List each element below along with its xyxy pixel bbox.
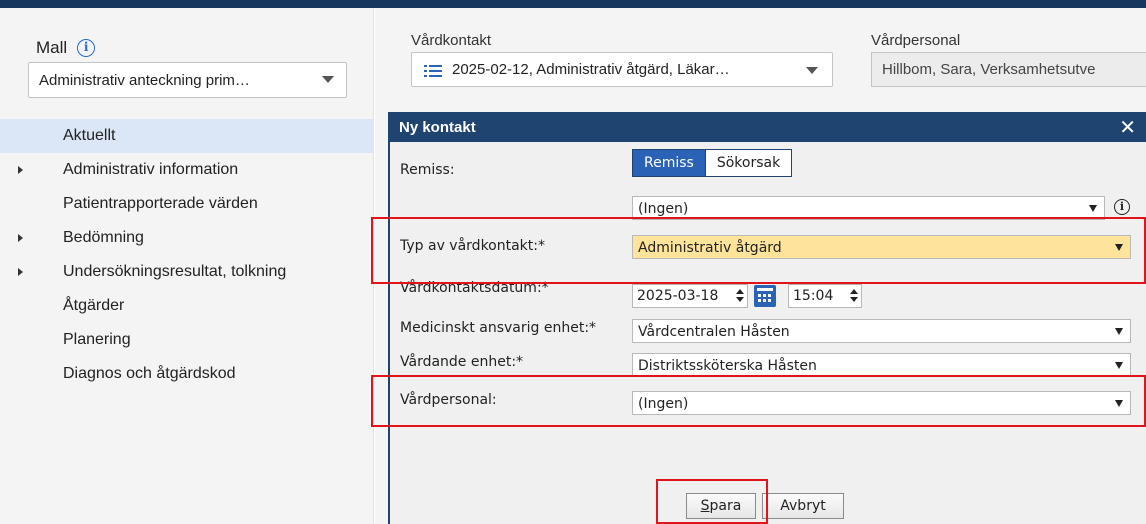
sidebar-item-label: Patientrapporterade värden [63,195,258,212]
sidebar-item-planering[interactable]: Planering [0,323,374,357]
save-label: para [709,498,742,514]
mall-heading: Mall i [36,38,96,58]
sidebar-item-label: Aktuellt [63,127,116,144]
expand-caret-icon[interactable] [18,268,23,276]
date-input[interactable]: 2025-03-18 [632,284,748,308]
medansvar-select-value: Vårdcentralen Håsten [638,324,790,340]
chevron-down-icon [806,67,818,74]
sokorsak-tab[interactable]: Sökorsak [705,149,793,177]
medansvar-label: Medicinskt ansvarig enhet:* [400,320,597,336]
sidebar-item-label: Administrativ information [63,161,239,178]
chevron-down-icon [322,76,334,83]
date-spinner-icon[interactable] [736,289,744,303]
time-input[interactable]: 15:04 [788,284,862,308]
dropdown-arrow-icon [1089,205,1097,212]
save-button[interactable]: Spara [686,493,756,519]
list-icon [424,65,442,77]
dlg-vardpersonal-select-value: (Ingen) [638,396,689,412]
time-spinner-icon[interactable] [850,289,858,303]
cancel-button[interactable]: Avbryt [762,493,844,519]
vardkontakt-value: 2025-02-12, Administrativ åtgärd, Läkar… [452,61,730,78]
remiss-label: Remiss: [400,162,455,178]
sidebar-item-atgarder[interactable]: Åtgärder [0,289,374,323]
sidebar-item-aktuellt[interactable]: Aktuellt [0,119,374,153]
expand-caret-icon[interactable] [18,166,23,174]
remiss-select-value: (Ingen) [638,201,689,217]
template-select[interactable]: Administrativ anteckning prim… [28,62,347,98]
sidebar-item-label: Planering [63,331,131,348]
close-icon[interactable]: ✕ [1119,115,1136,140]
date-value: 2025-03-18 [637,288,719,304]
vardpersonal-field: Hillbom, Sara, Verksamhetsutve [871,52,1146,87]
vardande-select-value: Distriktssköterska Håsten [638,358,817,374]
remiss-tab[interactable]: Remiss [632,149,706,177]
sidebar-item-administrativ-information[interactable]: Administrativ information [0,153,374,187]
vardpersonal-value: Hillbom, Sara, Verksamhetsutve [882,61,1096,78]
save-accesskey: S [700,498,710,514]
vardande-select[interactable]: Distriktssköterska Håsten [632,353,1131,377]
sidebar-item-label: Bedömning [63,229,144,246]
dialog-title: Ny kontakt [399,119,476,136]
typ-label: Typ av vårdkontakt:* [400,238,545,254]
sidebar-item-label: Diagnos och åtgärdskod [63,365,236,382]
dropdown-arrow-icon [1115,400,1123,407]
medansvar-select[interactable]: Vårdcentralen Håsten [632,319,1131,343]
top-bar [0,0,1146,8]
expand-caret-icon[interactable] [18,234,23,242]
mall-title: Mall [36,38,68,57]
dlg-vardpersonal-label: Vårdpersonal: [400,392,497,408]
dialog-title-bar: Ny kontakt ✕ [390,112,1146,142]
datum-label: Vårdkontaktsdatum:* [400,280,549,296]
dlg-vardpersonal-select[interactable]: (Ingen) [632,391,1131,415]
sidebar-item-label: Undersökningsresultat, tolkning [63,263,287,280]
remiss-toggle: Remiss Sökorsak [632,149,793,177]
sidebar-item-patientrapporterade-varden[interactable]: Patientrapporterade värden [0,187,374,221]
sidebar-nav: Aktuellt Administrativ information Patie… [0,119,374,391]
sidebar-item-undersokningsresultat[interactable]: Undersökningsresultat, tolkning [0,255,374,289]
typ-select[interactable]: Administrativ åtgärd [632,235,1131,259]
time-value: 15:04 [793,288,834,304]
vardpersonal-label: Vårdpersonal [871,32,961,49]
info-icon[interactable]: i [77,39,96,57]
info-icon[interactable]: i [1114,199,1130,215]
remiss-select[interactable]: (Ingen) [632,196,1105,220]
dropdown-arrow-icon [1115,328,1123,335]
typ-select-value: Administrativ åtgärd [638,240,782,256]
template-select-value: Administrativ anteckning prim… [39,72,250,89]
dropdown-arrow-icon [1115,362,1123,369]
vardkontakt-label: Vårdkontakt [411,32,492,49]
sidebar-item-bedomning[interactable]: Bedömning [0,221,374,255]
vardkontakt-select[interactable]: 2025-02-12, Administrativ åtgärd, Läkar… [411,52,833,87]
dropdown-arrow-icon [1115,244,1123,251]
calendar-icon[interactable] [754,285,776,307]
vardande-label: Vårdande enhet:* [400,354,524,370]
sidebar-item-label: Åtgärder [63,297,125,314]
sidebar-item-diagnos[interactable]: Diagnos och åtgärdskod [0,357,374,391]
ny-kontakt-dialog: Ny kontakt ✕ Remiss: Remiss Sökorsak (In… [388,112,1146,524]
